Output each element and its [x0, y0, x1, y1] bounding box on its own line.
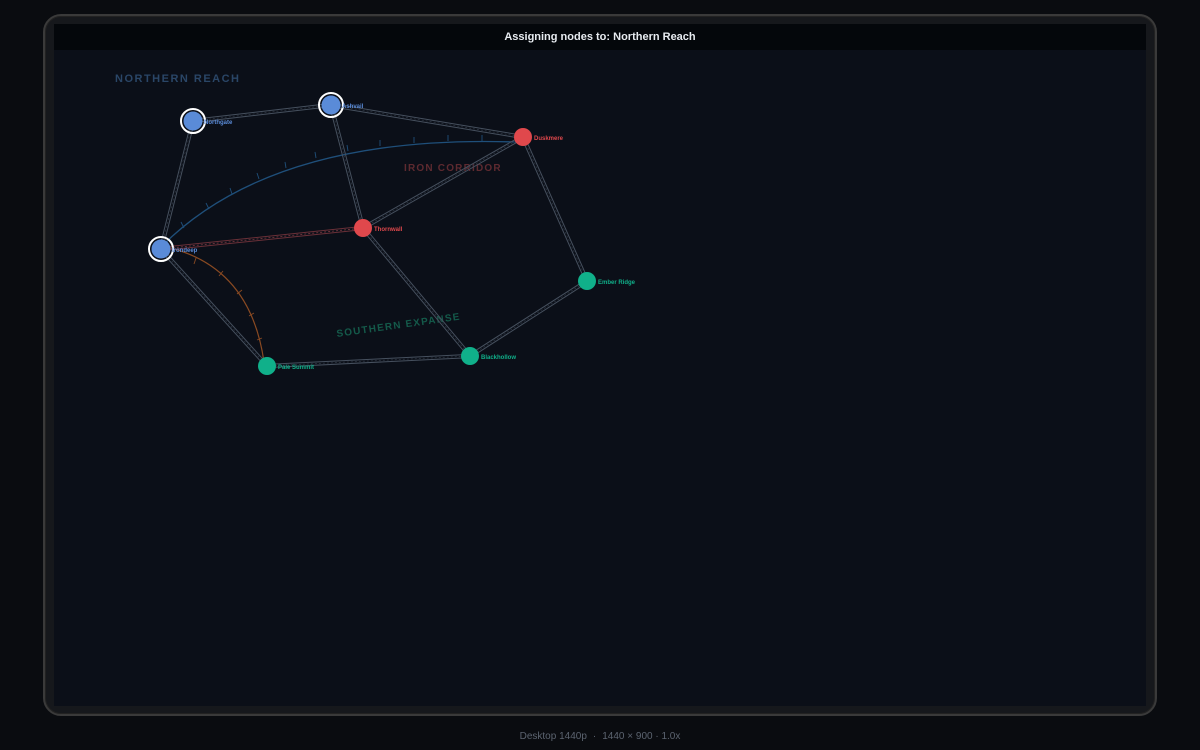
device-info-footer: Desktop 1440p · 1440 × 900 · 1.0x: [0, 731, 1200, 742]
node-label: Blackhollow: [481, 355, 516, 361]
map-screen[interactable]: Assigning nodes to: Northern Reach NORTH…: [54, 24, 1146, 706]
node-marker[interactable]: [514, 128, 532, 146]
node-label: Irondeep: [172, 248, 198, 254]
node-pale-summit[interactable]: Pale Summit: [258, 357, 314, 375]
node-label: Northgate: [204, 120, 233, 126]
node-ember-ridge[interactable]: Ember Ridge: [578, 272, 636, 290]
node-northgate[interactable]: Northgate: [180, 108, 233, 134]
edge-irondeep-thornwall[interactable]: [160, 225, 364, 252]
device-resolution: 1440 × 900 · 1.0x: [602, 731, 681, 742]
edge-northgate-irondeep[interactable]: [158, 120, 196, 250]
node-marker[interactable]: [321, 95, 341, 115]
device-name: Desktop 1440p: [519, 731, 587, 742]
node-marker[interactable]: [578, 272, 596, 290]
edge-ashvail-thornwall[interactable]: [328, 104, 366, 229]
node-label: Ember Ridge: [598, 280, 636, 286]
node-ashvail[interactable]: Ashvail: [318, 92, 364, 118]
node-label: Thornwall: [374, 227, 403, 233]
region-label-iron-corridor: IRON CORRIDOR: [404, 163, 502, 174]
node-layer[interactable]: Northgate Ashvail Irondeep Duskmere Thornwal…: [148, 92, 636, 375]
node-marker[interactable]: [183, 111, 203, 131]
node-marker[interactable]: [258, 357, 276, 375]
region-map[interactable]: NORTHERN REACH IRON CORRIDOR SOUTHERN EX…: [54, 24, 1146, 706]
edge-duskmere-thornwall[interactable]: [361, 135, 525, 230]
node-marker[interactable]: [151, 239, 171, 259]
node-blackhollow[interactable]: Blackhollow: [461, 347, 516, 365]
node-label: Pale Summit: [278, 365, 314, 371]
node-label: Ashvail: [342, 104, 364, 110]
node-irondeep[interactable]: Irondeep: [148, 236, 198, 262]
footer-separator: ·: [592, 731, 597, 742]
edge-irondeep-pale-summit[interactable]: [159, 247, 269, 368]
node-label: Duskmere: [534, 136, 564, 142]
node-duskmere[interactable]: Duskmere: [514, 128, 564, 146]
region-label-northern-reach: NORTHERN REACH: [115, 73, 241, 85]
node-thornwall[interactable]: Thornwall: [354, 219, 403, 237]
node-marker[interactable]: [461, 347, 479, 365]
edge-duskmere-ember-ridge[interactable]: [521, 136, 589, 282]
node-marker[interactable]: [354, 219, 372, 237]
edge-blackhollow-ember-ridge[interactable]: [468, 279, 589, 358]
edge-thornwall-blackhollow[interactable]: [361, 226, 472, 358]
